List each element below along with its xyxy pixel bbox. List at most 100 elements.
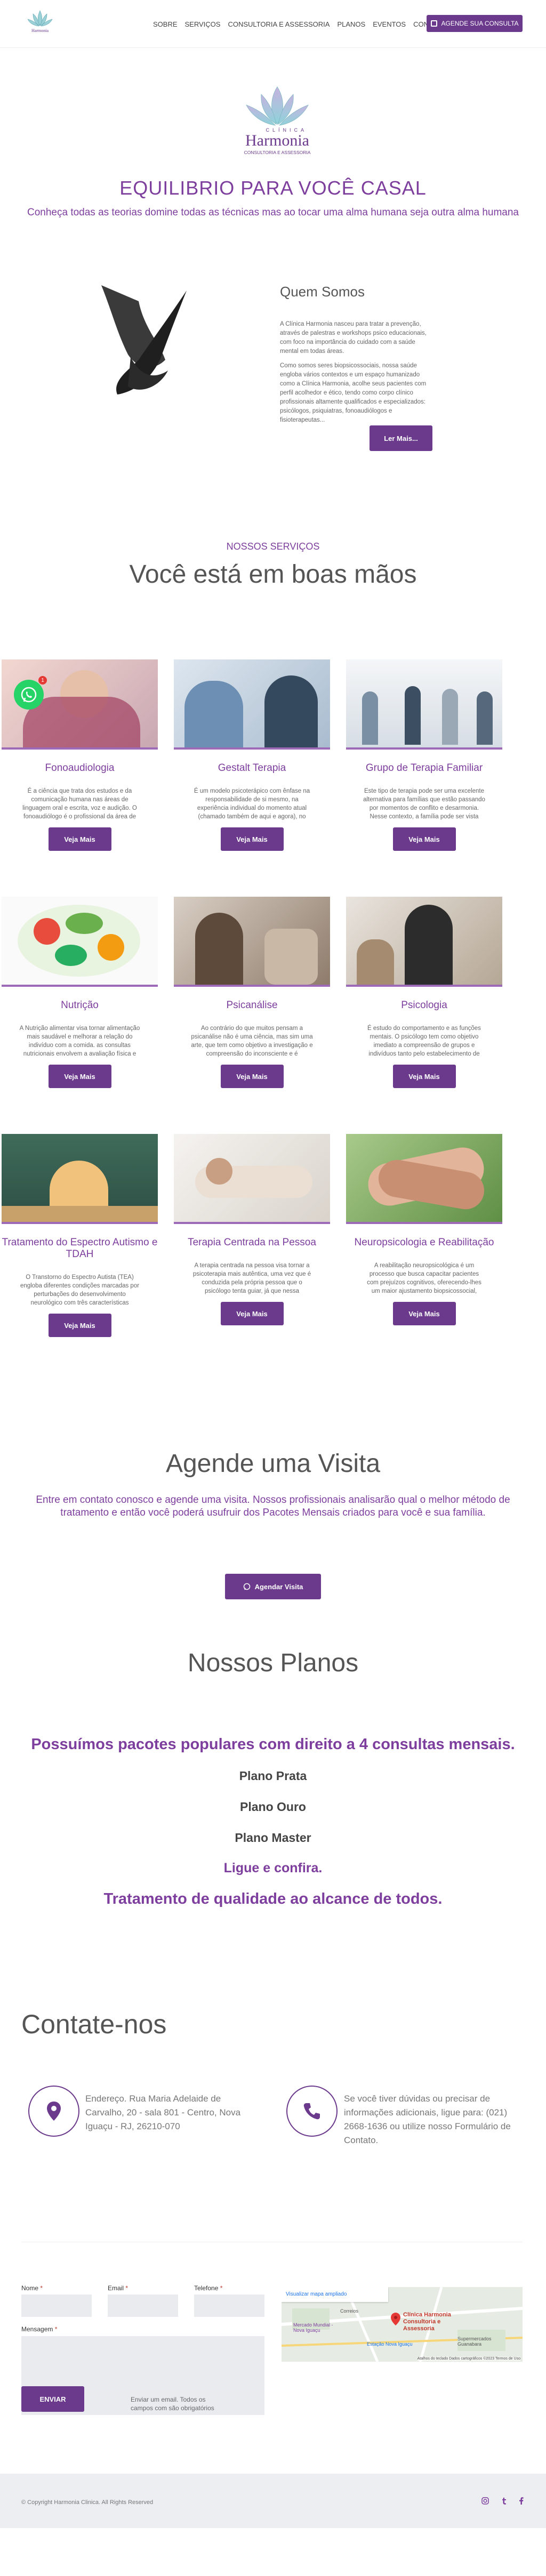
nav-item-eventos[interactable]: EVENTOS (373, 20, 406, 28)
map-place: Mercado Mundial - Nova Iguaçu (293, 2322, 333, 2333)
logo-consultoria-text: CONSULTORIA E ASSESSORIA (244, 150, 311, 155)
service-underline (2, 985, 158, 987)
schedule-visit-label: Agendar Visita (254, 1582, 303, 1591)
service-see-more-button[interactable]: Veja Mais (220, 827, 284, 851)
map-pin-icon (391, 2313, 400, 2325)
service-title: Psicanálise (226, 1000, 278, 1011)
location-pin-icon (47, 2102, 61, 2121)
service-see-more-button[interactable]: Veja Mais (48, 827, 111, 851)
contact-address: Endereço. Rua Maria Adelaide de Carvalho… (85, 2094, 241, 2131)
service-see-more-button[interactable]: Veja Mais (48, 1065, 111, 1088)
agende-text: Entre em contato conosco e agende uma vi… (36, 1494, 510, 1518)
facebook-icon[interactable] (519, 2497, 524, 2505)
service-card-psicanalise: Psicanálise Ao contrário do que muitos p… (174, 897, 330, 1088)
map-enlarge-link[interactable]: Visualizar mapa ampliado (282, 2287, 388, 2302)
service-title: Grupo de Terapia Familiar (365, 762, 483, 774)
service-desc: A Nutrição alimentar visa tornar aliment… (19, 1025, 140, 1057)
map-footer: Atalhos do teclado Dados cartográficos ©… (417, 2357, 520, 2361)
service-desc: O Transtorno do Espectro Autista (TEA) e… (20, 1274, 140, 1306)
service-title: Neuropsicologia e Reabilitação (354, 1237, 494, 1248)
service-image-psicologia (346, 897, 502, 985)
whatsapp-button[interactable] (14, 680, 44, 710)
phone-input[interactable] (194, 2295, 264, 2317)
service-desc: Ao contrário do que muitos pensam a psic… (191, 1025, 313, 1057)
service-title: Psicologia (401, 1000, 447, 1011)
site-header: Harmonia SOBRE SERVIÇOS CONSULTORIA E AS… (0, 0, 546, 48)
name-label: Nome * (21, 2284, 43, 2292)
nav-item-sobre[interactable]: SOBRE (153, 20, 178, 28)
service-desc: A terapia centrada na pessoa visa tornar… (192, 1262, 311, 1294)
service-title: Gestalt Terapia (218, 762, 286, 774)
service-underline (174, 1222, 330, 1224)
about-paragraph-1: A Clínica Harmonia nasceu para tratar a … (280, 321, 427, 355)
plan-master: Plano Master (235, 1831, 311, 1845)
services-kicker: NOSSOS SERVIÇOS (226, 541, 320, 552)
nav-item-servicos[interactable]: SERVIÇOS (185, 20, 221, 28)
name-input[interactable] (21, 2295, 92, 2317)
service-see-more-button[interactable]: Veja Mais (392, 827, 456, 851)
instagram-icon[interactable] (481, 2497, 489, 2505)
service-see-more-button[interactable]: Veja Mais (392, 1302, 456, 1325)
services-title: Você está em boas mãos (129, 560, 417, 589)
service-image-nutricao (2, 897, 158, 985)
service-underline (346, 985, 502, 987)
service-underline (346, 1222, 502, 1224)
service-see-more-button[interactable]: Veja Mais (220, 1302, 284, 1325)
service-card-centrada-pessoa: Terapia Centrada na Pessoa A terapia cen… (174, 1134, 330, 1325)
tumblr-icon[interactable] (501, 2497, 507, 2505)
schedule-consult-button[interactable]: AGENDE SUA CONSULTA (427, 15, 523, 32)
service-image-neuropsicologia (346, 1134, 502, 1222)
read-more-button[interactable]: Ler Mais... (370, 425, 432, 451)
map-pin-label: Clínica Harmonia Consultoria e Assessori… (403, 2312, 451, 2332)
schedule-visit-button[interactable]: Agendar Visita (225, 1574, 321, 1599)
service-image-grupo-familiar (346, 659, 502, 747)
agende-title: Agende uma Visita (165, 1450, 381, 1478)
service-card-autismo-tdah: Tratamento do Espectro Autismo e TDAH O … (2, 1134, 158, 1337)
service-image-centrada-pessoa (174, 1134, 330, 1222)
planos-title: Nossos Planos (187, 1649, 359, 1677)
hero-subtitle: Conheça todas as teorias domine todas as… (27, 207, 519, 218)
service-underline (174, 747, 330, 750)
phone-icon-circle (286, 2086, 338, 2137)
hero-logo: CLÍNICA Harmonia CONSULTORIA E ASSESSORI… (244, 86, 311, 155)
send-button[interactable]: ENVIAR (21, 2386, 84, 2412)
service-title: Nutrição (61, 1000, 99, 1011)
logo-small[interactable]: Harmonia (21, 6, 59, 38)
service-title: Tratamento do Espectro Autismo e TDAH (2, 1237, 158, 1260)
plan-prata: Plano Prata (239, 1769, 307, 1783)
copyright: © Copyright Harmonia Clinica. All Rights… (21, 2499, 154, 2506)
nav-item-consultoria[interactable]: CONSULTORIA E ASSESSORIA (228, 20, 330, 28)
service-card-psicologia: Psicologia É estudo do comportamento e a… (346, 897, 502, 1088)
map-embed[interactable]: Visualizar mapa ampliado Clínica Harmoni… (282, 2287, 523, 2362)
map-place: Estação Nova Iguaçu (367, 2341, 413, 2347)
service-card-gestalt: Gestalt Terapia É um modelo psicoterápic… (174, 659, 330, 851)
service-desc: É a ciência que trata dos estudos e da c… (22, 788, 137, 820)
social-links (481, 2497, 524, 2505)
service-title: Fonoaudiologia (45, 762, 115, 774)
email-input[interactable] (108, 2295, 178, 2317)
whatsapp-icon (21, 687, 37, 703)
whatsapp-icon (243, 1583, 250, 1590)
service-card-neuropsicologia: Neuropsicologia e Reabilitação A reabili… (346, 1134, 502, 1325)
service-see-more-button[interactable]: Veja Mais (48, 1314, 111, 1337)
map-place: Correios (340, 2308, 359, 2314)
planos-tagline: Tratamento de qualidade ao alcance de to… (103, 1890, 443, 1907)
logo-small-text: Harmonia (31, 28, 49, 33)
nav-item-planos[interactable]: PLANOS (337, 20, 365, 28)
phone-icon (303, 2103, 320, 2120)
service-desc: É um modelo psicoterápico com ênfase na … (194, 788, 310, 820)
service-see-more-button[interactable]: Veja Mais (220, 1065, 284, 1088)
calendar-icon (430, 20, 437, 27)
service-desc: A reabilitação neuropsicológica é um pro… (367, 1262, 481, 1294)
send-note: Enviar um email. Todos os campos com são… (131, 2396, 214, 2412)
hands-image (80, 280, 205, 410)
map-place: Supermercados Guanabara (457, 2336, 492, 2347)
service-image-autismo-tdah (2, 1134, 158, 1222)
service-see-more-button[interactable]: Veja Mais (392, 1065, 456, 1088)
planos-headline: Possuímos pacotes populares com direito … (31, 1736, 515, 1753)
service-underline (2, 747, 158, 750)
service-desc: É estudo do comportamento e as funções m… (367, 1025, 481, 1057)
main-nav: SOBRE SERVIÇOS CONSULTORIA E ASSESSORIA … (153, 20, 446, 28)
phone-label: Telefone * (194, 2284, 223, 2292)
hero-title: EQUILIBRIO PARA VOCÊ CASAL (119, 177, 427, 199)
